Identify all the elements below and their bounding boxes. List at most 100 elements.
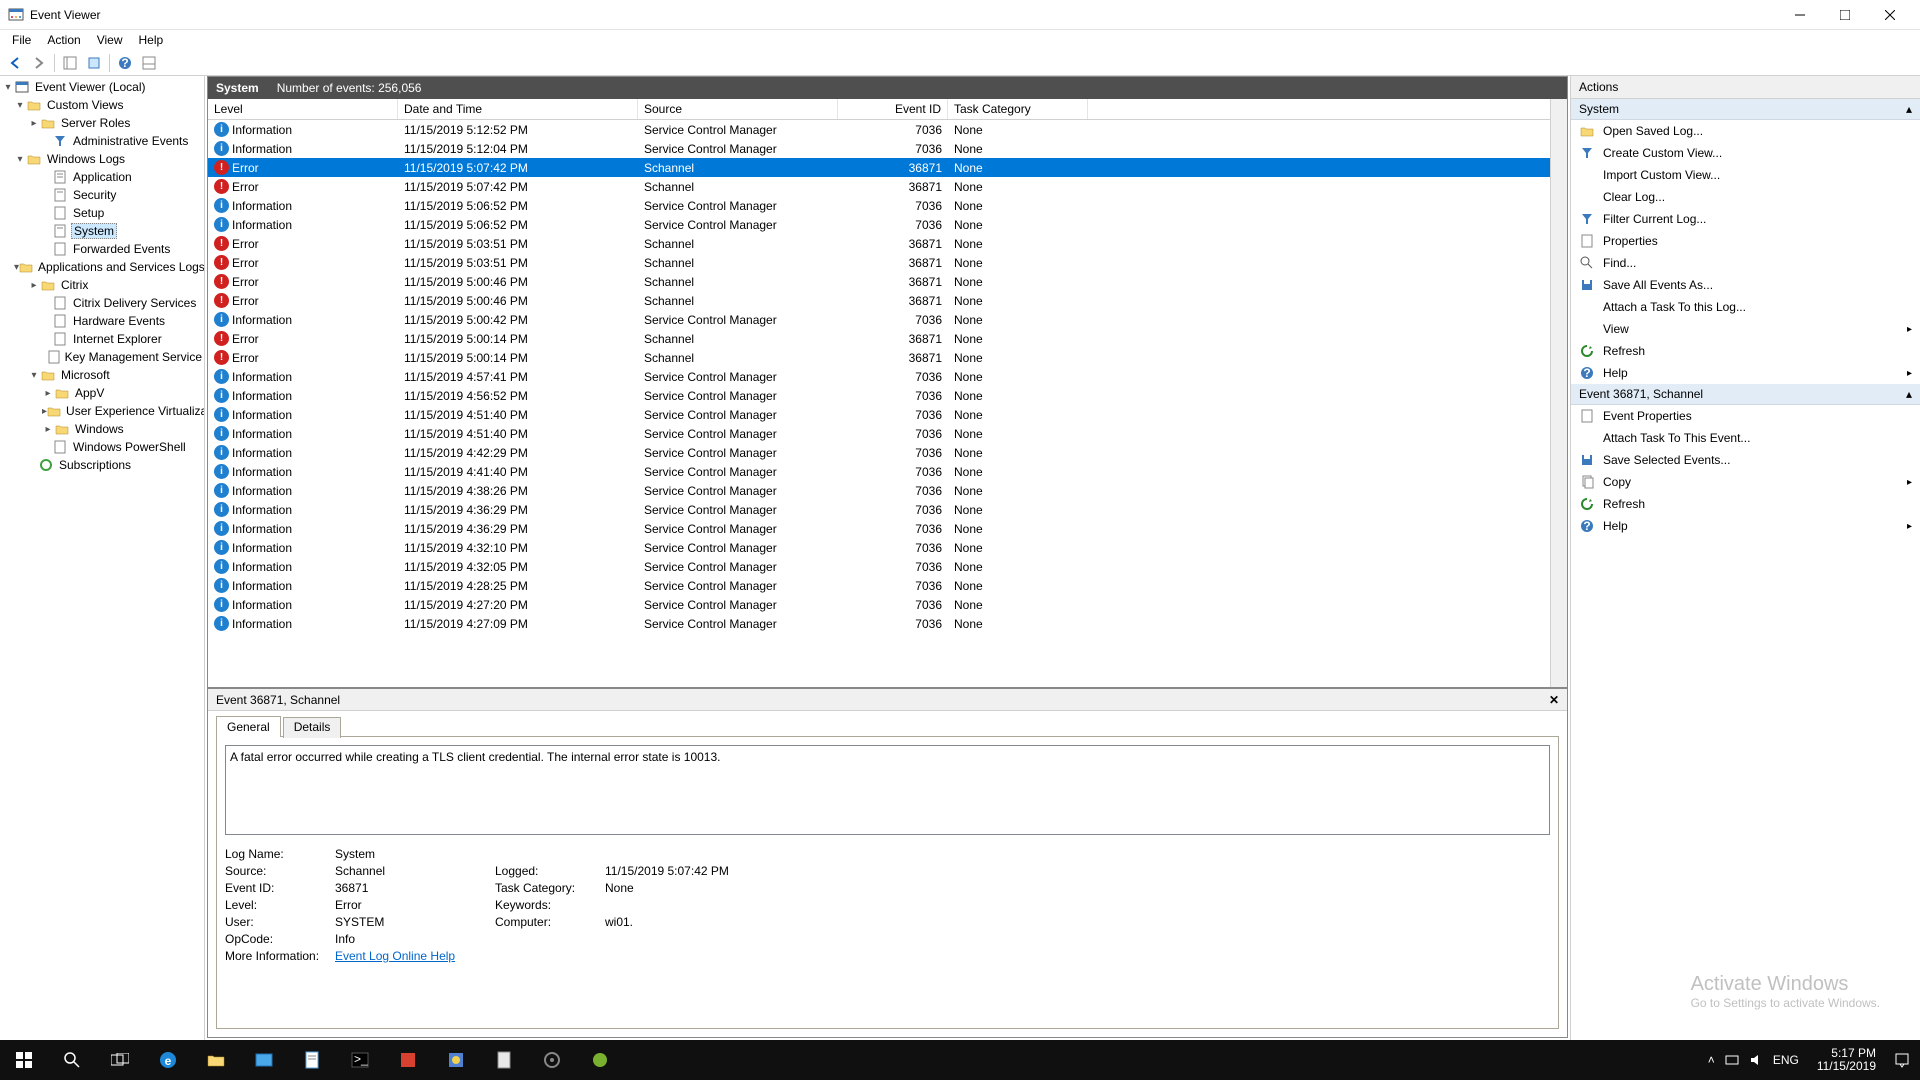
- table-row[interactable]: !Error11/15/2019 5:00:46 PMSchannel36871…: [208, 291, 1550, 310]
- tree-custom-views[interactable]: ▾Custom Views: [0, 96, 204, 114]
- action-item[interactable]: Event Properties: [1571, 405, 1920, 427]
- tree-system[interactable]: System: [0, 222, 204, 240]
- action-refresh1[interactable]: Refresh: [1571, 340, 1920, 362]
- details-pane-button[interactable]: [138, 52, 160, 74]
- action-view[interactable]: View▸: [1571, 318, 1920, 340]
- taskbar-app3-icon[interactable]: [432, 1040, 480, 1080]
- tree-windows-logs[interactable]: ▾Windows Logs: [0, 150, 204, 168]
- table-row[interactable]: !Error11/15/2019 5:00:14 PMSchannel36871…: [208, 329, 1550, 348]
- actions-section-system[interactable]: System▴: [1571, 99, 1920, 120]
- tree-application[interactable]: Application: [0, 168, 204, 186]
- tray-sound-icon[interactable]: [1749, 1053, 1763, 1067]
- action-item[interactable]: Find...: [1571, 252, 1920, 274]
- table-row[interactable]: iInformation11/15/2019 4:36:29 PMService…: [208, 500, 1550, 519]
- table-row[interactable]: !Error11/15/2019 5:07:42 PMSchannel36871…: [208, 177, 1550, 196]
- table-row[interactable]: iInformation11/15/2019 4:41:40 PMService…: [208, 462, 1550, 481]
- col-date[interactable]: Date and Time: [398, 99, 638, 119]
- table-row[interactable]: iInformation11/15/2019 4:36:29 PMService…: [208, 519, 1550, 538]
- tree-ie[interactable]: Internet Explorer: [0, 330, 204, 348]
- table-row[interactable]: iInformation11/15/2019 4:28:25 PMService…: [208, 576, 1550, 595]
- forward-button[interactable]: [28, 52, 50, 74]
- taskbar-explorer-icon[interactable]: [192, 1040, 240, 1080]
- action-item[interactable]: Open Saved Log...: [1571, 120, 1920, 142]
- col-level[interactable]: Level: [208, 99, 398, 119]
- action-item[interactable]: Attach Task To This Event...: [1571, 427, 1920, 449]
- taskview-button[interactable]: [96, 1040, 144, 1080]
- table-row[interactable]: iInformation11/15/2019 4:27:20 PMService…: [208, 595, 1550, 614]
- action-item[interactable]: Attach a Task To this Log...: [1571, 296, 1920, 318]
- tree-microsoft[interactable]: ▾Microsoft: [0, 366, 204, 384]
- action-item[interactable]: Import Custom View...: [1571, 164, 1920, 186]
- col-eventid[interactable]: Event ID: [838, 99, 948, 119]
- tab-general[interactable]: General: [216, 716, 281, 737]
- tray-network-icon[interactable]: [1725, 1053, 1739, 1067]
- maximize-button[interactable]: [1822, 0, 1867, 30]
- tree-security[interactable]: Security: [0, 186, 204, 204]
- properties-button[interactable]: [83, 52, 105, 74]
- taskbar[interactable]: e >_ ˄ ENG 5:17 PM 11/15/2019: [0, 1040, 1920, 1080]
- tree-citrix-delivery[interactable]: Citrix Delivery Services: [0, 294, 204, 312]
- tree-wps[interactable]: Windows PowerShell: [0, 438, 204, 456]
- action-item[interactable]: Filter Current Log...: [1571, 208, 1920, 230]
- online-help-link[interactable]: Event Log Online Help: [335, 949, 455, 963]
- table-row[interactable]: !Error11/15/2019 5:00:46 PMSchannel36871…: [208, 272, 1550, 291]
- tree-citrix[interactable]: ▸Citrix: [0, 276, 204, 294]
- table-row[interactable]: iInformation11/15/2019 4:32:05 PMService…: [208, 557, 1550, 576]
- tab-details[interactable]: Details: [283, 717, 342, 738]
- system-tray[interactable]: ˄ ENG 5:17 PM 11/15/2019: [1698, 1047, 1920, 1073]
- col-source[interactable]: Source: [638, 99, 838, 119]
- table-row[interactable]: iInformation11/15/2019 4:32:10 PMService…: [208, 538, 1550, 557]
- action-help2[interactable]: ?Help▸: [1571, 515, 1920, 537]
- tree-admin-events[interactable]: Administrative Events: [0, 132, 204, 150]
- search-button[interactable]: [48, 1040, 96, 1080]
- table-row[interactable]: iInformation11/15/2019 5:12:04 PMService…: [208, 139, 1550, 158]
- table-row[interactable]: iInformation11/15/2019 4:27:09 PMService…: [208, 614, 1550, 633]
- table-row[interactable]: !Error11/15/2019 5:00:14 PMSchannel36871…: [208, 348, 1550, 367]
- taskbar-app4-icon[interactable]: [480, 1040, 528, 1080]
- scrollbar[interactable]: [1550, 99, 1567, 687]
- col-task[interactable]: Task Category: [948, 99, 1088, 119]
- table-row[interactable]: !Error11/15/2019 5:03:51 PMSchannel36871…: [208, 234, 1550, 253]
- tree-server-roles[interactable]: ▸Server Roles: [0, 114, 204, 132]
- navigation-tree[interactable]: ▾Event Viewer (Local) ▾Custom Views ▸Ser…: [0, 76, 205, 1040]
- table-row[interactable]: !Error11/15/2019 5:07:42 PMSchannel36871…: [208, 158, 1550, 177]
- tree-setup[interactable]: Setup: [0, 204, 204, 222]
- tray-lang[interactable]: ENG: [1773, 1053, 1799, 1067]
- actions-section-event[interactable]: Event 36871, Schannel▴: [1571, 384, 1920, 405]
- show-tree-button[interactable]: [59, 52, 81, 74]
- taskbar-notepad-icon[interactable]: [288, 1040, 336, 1080]
- action-item[interactable]: Clear Log...: [1571, 186, 1920, 208]
- tree-uev[interactable]: ▸User Experience Virtualization: [0, 402, 204, 420]
- table-row[interactable]: iInformation11/15/2019 4:57:41 PMService…: [208, 367, 1550, 386]
- table-row[interactable]: iInformation11/15/2019 4:38:26 PMService…: [208, 481, 1550, 500]
- taskbar-app2-icon[interactable]: [384, 1040, 432, 1080]
- action-item[interactable]: Save All Events As...: [1571, 274, 1920, 296]
- taskbar-xen-icon[interactable]: [576, 1040, 624, 1080]
- table-row[interactable]: iInformation11/15/2019 4:51:40 PMService…: [208, 424, 1550, 443]
- table-row[interactable]: iInformation11/15/2019 4:56:52 PMService…: [208, 386, 1550, 405]
- tree-forwarded[interactable]: Forwarded Events: [0, 240, 204, 258]
- taskbar-ie-icon[interactable]: e: [144, 1040, 192, 1080]
- menu-file[interactable]: File: [4, 31, 39, 49]
- tray-clock[interactable]: 5:17 PM 11/15/2019: [1809, 1047, 1884, 1073]
- tray-chevron-icon[interactable]: ˄: [1708, 1053, 1715, 1067]
- close-button[interactable]: [1867, 0, 1912, 30]
- action-item[interactable]: Create Custom View...: [1571, 142, 1920, 164]
- tree-subscriptions[interactable]: Subscriptions: [0, 456, 204, 474]
- action-help1[interactable]: ?Help▸: [1571, 362, 1920, 384]
- menu-action[interactable]: Action: [39, 31, 88, 49]
- start-button[interactable]: [0, 1040, 48, 1080]
- taskbar-cmd-icon[interactable]: >_: [336, 1040, 384, 1080]
- table-row[interactable]: iInformation11/15/2019 5:06:52 PMService…: [208, 215, 1550, 234]
- action-item[interactable]: Properties: [1571, 230, 1920, 252]
- detail-close-button[interactable]: ✕: [1549, 693, 1559, 707]
- tray-notifications-icon[interactable]: [1894, 1052, 1910, 1068]
- table-row[interactable]: iInformation11/15/2019 4:51:40 PMService…: [208, 405, 1550, 424]
- tree-windows[interactable]: ▸Windows: [0, 420, 204, 438]
- taskbar-app-icon[interactable]: [240, 1040, 288, 1080]
- event-grid[interactable]: Level Date and Time Source Event ID Task…: [208, 99, 1550, 687]
- table-row[interactable]: iInformation11/15/2019 5:00:42 PMService…: [208, 310, 1550, 329]
- table-row[interactable]: iInformation11/15/2019 4:42:29 PMService…: [208, 443, 1550, 462]
- tree-kms[interactable]: Key Management Service: [0, 348, 204, 366]
- action-item[interactable]: Save Selected Events...: [1571, 449, 1920, 471]
